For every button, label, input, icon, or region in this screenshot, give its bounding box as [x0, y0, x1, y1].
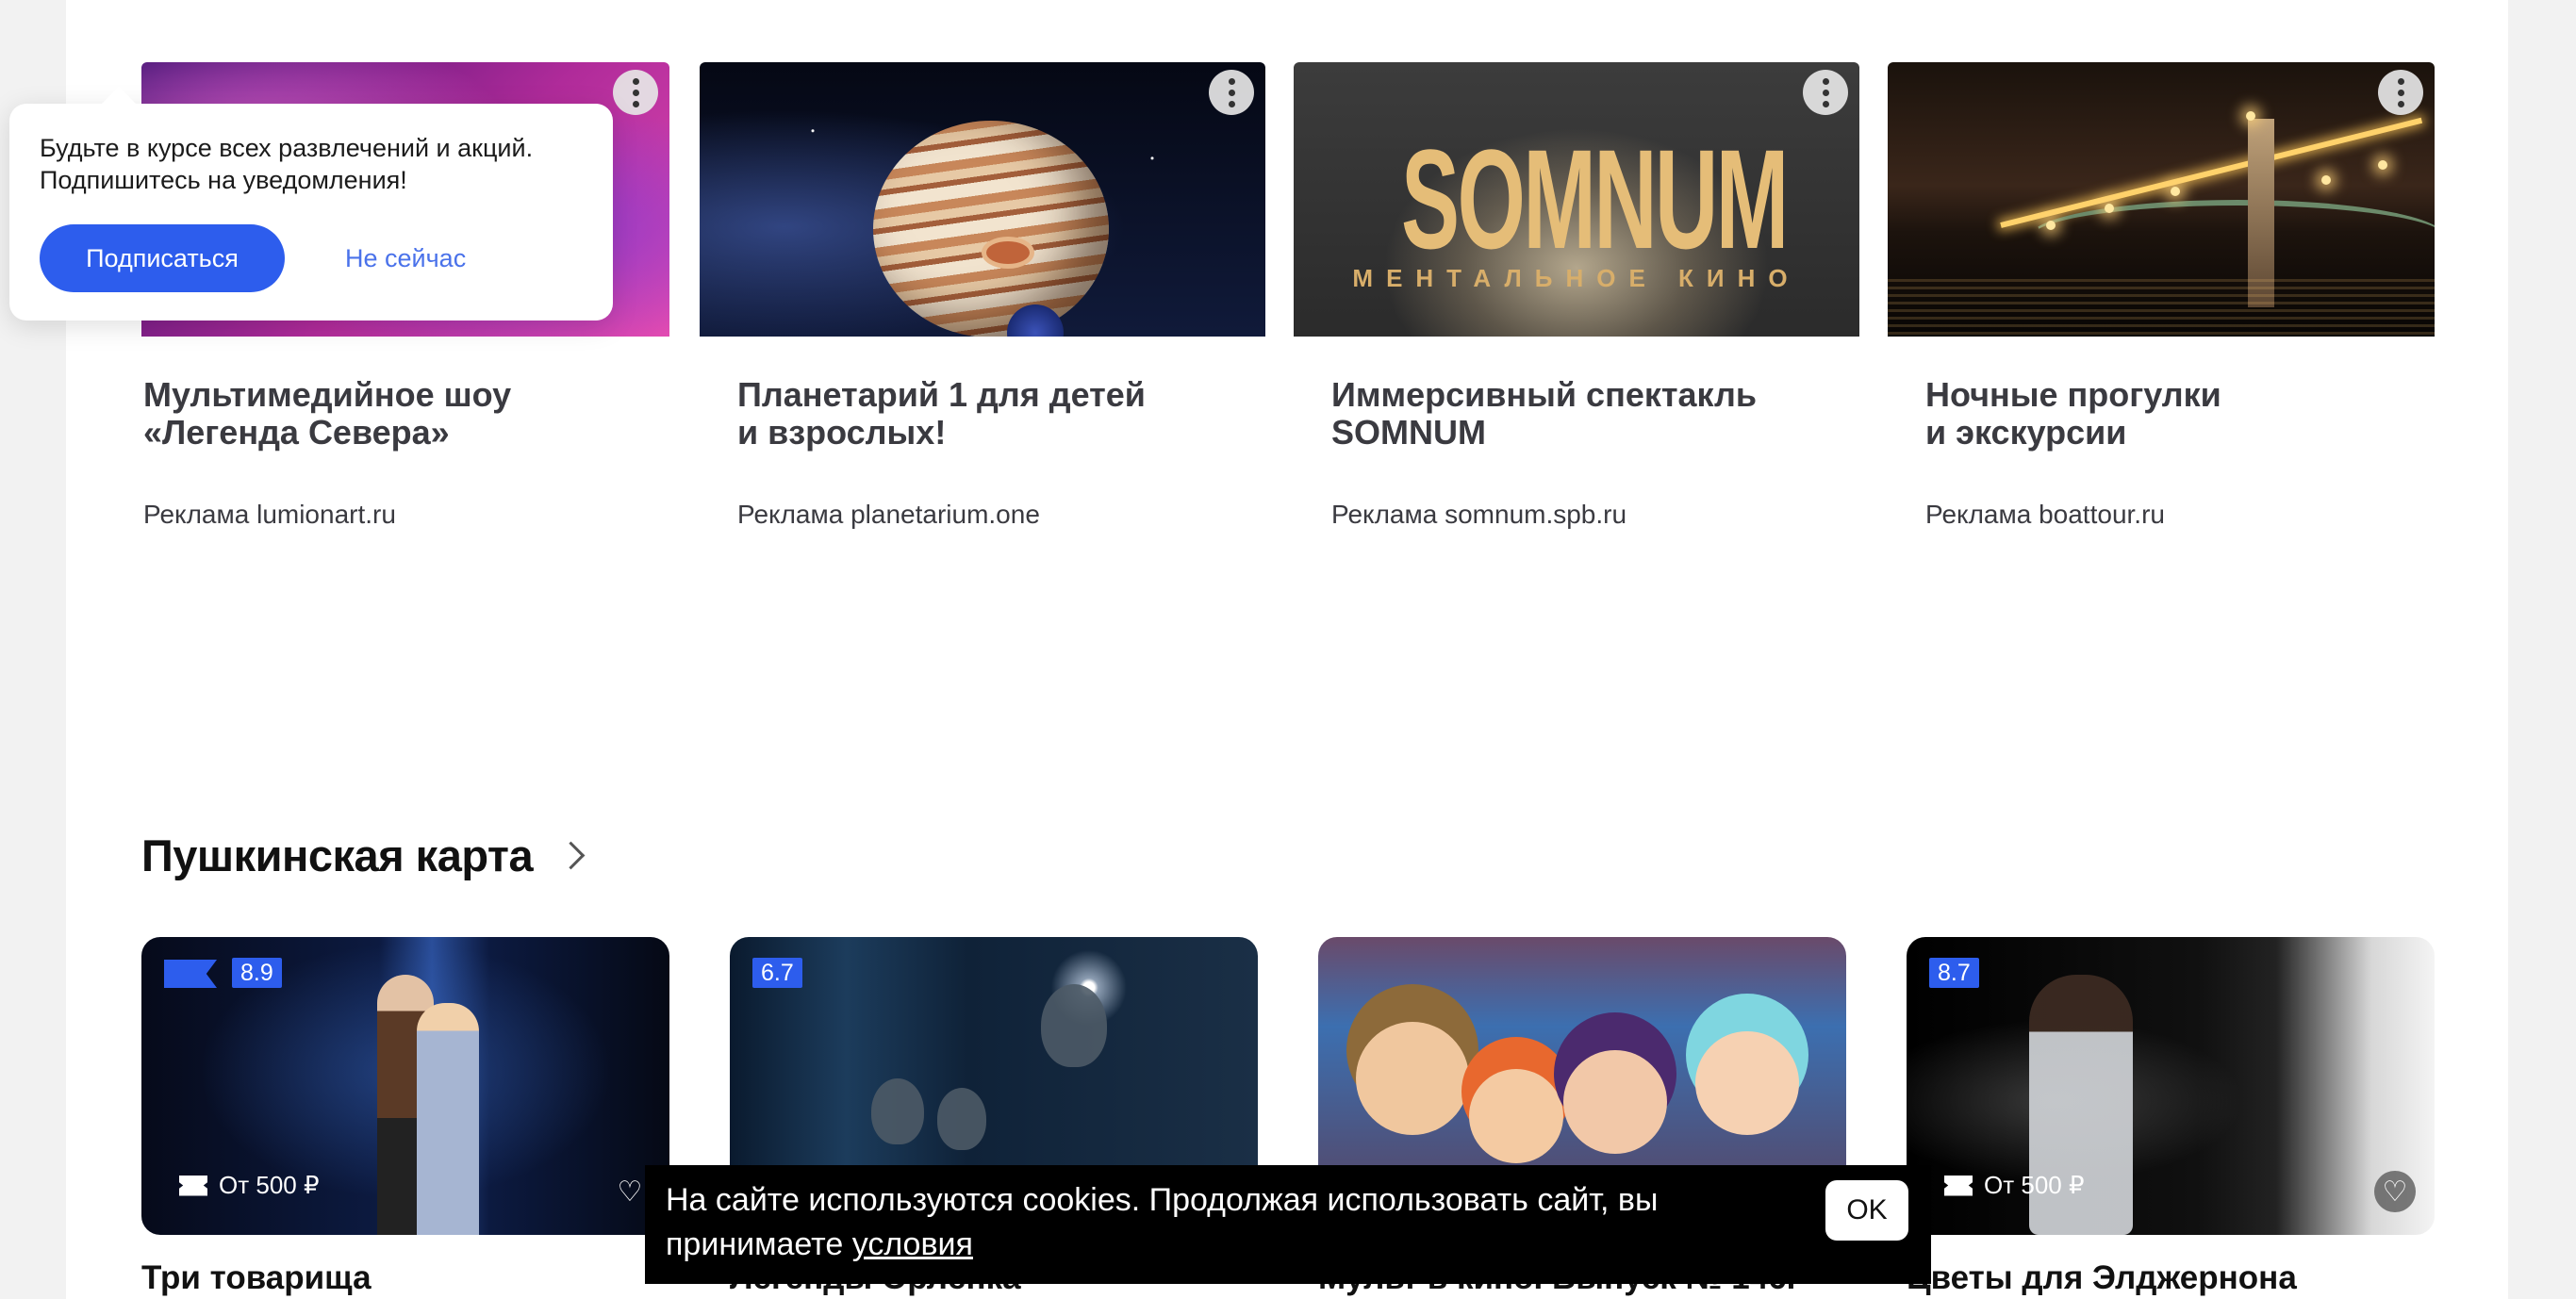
price-text: От 500 ₽ — [1984, 1171, 2085, 1199]
event-card[interactable]: 8.9 От 500 ₽ ♡ Три товарища — [141, 937, 669, 1296]
more-options-icon[interactable] — [2378, 70, 2423, 115]
cookie-banner: На сайте используются cookies. Продолжая… — [645, 1165, 1931, 1284]
cookie-message: На сайте используются cookies. Продолжая… — [666, 1182, 1659, 1262]
rating-badge: 8.9 — [232, 958, 282, 988]
event-title[interactable]: Цветы для Элджернона — [1907, 1259, 2297, 1297]
ad-label: Реклама planetarium.one — [737, 500, 1040, 529]
rating-badge: 8.7 — [1929, 958, 1979, 988]
ad-card-somnum[interactable]: SOMNUM МЕНТАЛЬНОЕ КИНО Иммерсивный спект… — [1294, 62, 1859, 529]
ad-image[interactable]: SOMNUM МЕНТАЛЬНОЕ КИНО — [1294, 62, 1859, 337]
ad-title[interactable]: Мультимедийное шоу «Легенда Севера» — [141, 376, 634, 452]
ad-card-planetarium[interactable]: Планетарий 1 для детей и взрослых! Рекла… — [700, 62, 1265, 529]
more-options-icon[interactable] — [1803, 70, 1848, 115]
ad-title[interactable]: Ночные прогулки и экскурсии — [1888, 376, 2416, 452]
price-text: От 500 ₽ — [219, 1171, 320, 1199]
bookmark-flag-icon — [164, 960, 217, 988]
terms-link[interactable]: условия — [852, 1226, 973, 1262]
not-now-button[interactable]: Не сейчас — [345, 224, 466, 292]
somnum-logo-text: SOMNUM — [1401, 120, 1789, 278]
ticket-icon — [1944, 1175, 1973, 1196]
section-title-text[interactable]: Пушкинская карта — [141, 830, 534, 881]
rating-badge: 6.7 — [752, 958, 802, 988]
jupiter-picture — [873, 121, 1109, 337]
favorite-heart-icon[interactable]: ♡ — [2374, 1171, 2416, 1212]
event-image[interactable]: 8.7 От 500 ₽ ♡ — [1907, 937, 2435, 1235]
somnum-logo-subtext: МЕНТАЛЬНОЕ КИНО — [1352, 264, 1801, 292]
ad-card-boattour[interactable]: Ночные прогулки и экскурсии Реклама boat… — [1888, 62, 2435, 529]
ad-label: Реклама boattour.ru — [1925, 500, 2165, 529]
event-title[interactable]: Три товарища — [141, 1259, 372, 1297]
notification-text: Будьте в курсе всех развлечений и акций.… — [40, 134, 534, 194]
ad-label: Реклама lumionart.ru — [143, 500, 396, 529]
ad-image[interactable] — [1888, 62, 2435, 337]
section-title-pushkin-card[interactable]: Пушкинская карта — [141, 830, 586, 881]
cookie-ok-button[interactable]: OK — [1825, 1180, 1908, 1241]
ad-label: Реклама somnum.spb.ru — [1331, 500, 1627, 529]
cookie-text: На сайте используются cookies. Продолжая… — [666, 1178, 1722, 1267]
ad-image[interactable] — [700, 62, 1265, 337]
event-image[interactable]: 8.9 От 500 ₽ ♡ — [141, 937, 669, 1235]
ad-title[interactable]: Планетарий 1 для детей и взрослых! — [700, 376, 1228, 452]
subscribe-button[interactable]: Подписаться — [40, 224, 285, 292]
more-options-icon[interactable] — [1209, 70, 1254, 115]
price-tag: От 500 ₽ — [179, 1171, 320, 1200]
price-tag: От 500 ₽ — [1944, 1171, 2085, 1200]
more-options-icon[interactable] — [613, 70, 658, 115]
event-card[interactable]: 8.7 От 500 ₽ ♡ Цветы для Элджернона — [1907, 937, 2435, 1296]
ad-title[interactable]: Иммерсивный спектакль SOMNUM — [1294, 376, 1822, 452]
notification-popup: Будьте в курсе всех развлечений и акций.… — [9, 87, 613, 321]
ticket-icon — [179, 1175, 207, 1196]
chevron-right-icon[interactable] — [556, 841, 586, 870]
